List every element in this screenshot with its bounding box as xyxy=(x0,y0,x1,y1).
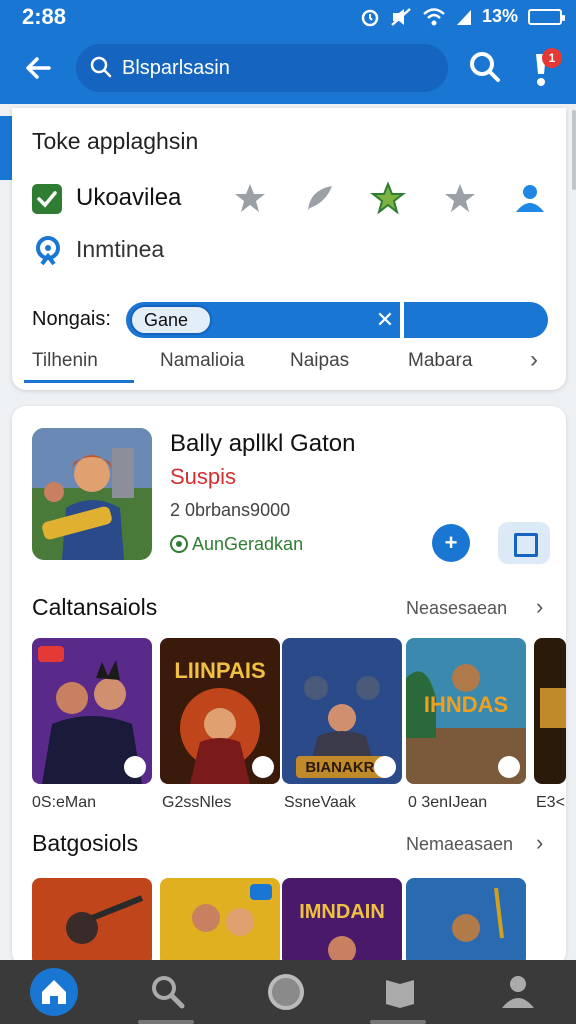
mute-icon xyxy=(391,7,411,26)
search-icon xyxy=(152,976,185,1009)
featured-game-image[interactable] xyxy=(32,428,152,560)
filter-card: Toke applaghsin Ukoavilea Inmtinea Nonga… xyxy=(12,108,566,390)
scrollbar[interactable] xyxy=(572,110,576,190)
tab-4[interactable]: Mabara xyxy=(408,350,472,372)
app-bar: Blsparlsasin 1 xyxy=(0,38,576,100)
open-button[interactable] xyxy=(498,522,550,564)
wifi-icon xyxy=(423,7,445,25)
search-icon xyxy=(470,52,500,82)
game-tile[interactable] xyxy=(160,878,280,966)
game-tile-label: 0 3enIJean xyxy=(408,794,488,811)
back-arrow-icon xyxy=(26,57,51,79)
profile-icon xyxy=(502,976,534,1008)
nav-search[interactable] xyxy=(144,968,192,1016)
filter-option-label: Ukoavilea xyxy=(76,184,182,211)
tile-badge-icon xyxy=(374,756,396,778)
game-tile[interactable]: IHNDAS xyxy=(406,638,526,784)
tile-art-text: LIINPAIS xyxy=(174,658,265,683)
tab-2[interactable]: Namalioia xyxy=(160,350,244,372)
featured-game-meta: 2 0brbans9000 xyxy=(170,500,291,520)
nav-indicator xyxy=(370,1020,426,1024)
user-icon[interactable] xyxy=(512,180,548,216)
game-tile-label: G2ssNles xyxy=(162,794,232,811)
back-button[interactable] xyxy=(18,50,58,86)
game-tile[interactable]: BIANAKRI xyxy=(282,638,402,784)
game-tile[interactable] xyxy=(534,638,566,784)
category-tabs: Tilhenin Namalioia Naipas Mabara › xyxy=(12,344,566,388)
featured-game-subtitle: Suspis xyxy=(170,464,237,489)
filter-card-title: Toke applaghsin xyxy=(32,128,199,154)
nav-profile[interactable] xyxy=(494,968,542,1016)
filter-chip[interactable]: Gane xyxy=(130,305,212,335)
tile-art-text: IMNDAIN xyxy=(299,901,385,923)
filter-chip-label: Gane xyxy=(144,310,189,330)
chevron-right-icon[interactable]: › xyxy=(536,594,543,620)
range-label: Nongais: xyxy=(32,308,111,330)
battery-icon xyxy=(528,8,565,25)
notification-button[interactable]: 1 xyxy=(526,48,564,90)
star-icon[interactable] xyxy=(232,180,268,216)
game-tile-label: E3< xyxy=(536,794,565,811)
status-bar: 2:88 13% xyxy=(0,0,576,34)
tile-badge-icon xyxy=(498,756,520,778)
bottom-navigation xyxy=(0,960,576,1024)
add-button[interactable]: + xyxy=(432,524,470,562)
verified-label: AunGeradkan xyxy=(170,534,303,555)
tile-art-text: IHNDAS xyxy=(424,692,508,717)
search-button[interactable] xyxy=(466,48,504,86)
checkbox-icon[interactable] xyxy=(32,184,62,214)
chevron-right-icon[interactable]: › xyxy=(536,830,543,856)
left-accent-bar xyxy=(0,116,12,180)
star-icon[interactable] xyxy=(442,180,478,216)
location-icon xyxy=(36,236,60,266)
notification-badge: 1 xyxy=(542,48,562,68)
chevron-right-icon[interactable]: › xyxy=(530,346,538,374)
nav-library[interactable] xyxy=(376,968,424,1016)
section-see-more[interactable]: Neasesaean xyxy=(406,598,507,619)
top-app-bar: 2:88 13% Blsparlsasin 1 xyxy=(0,0,576,104)
status-icons: 13% xyxy=(360,6,565,27)
content-card: Bally apllkl Gaton Suspis 2 0brbans9000 … xyxy=(12,406,566,966)
divider xyxy=(400,302,404,338)
section-see-more[interactable]: Nemaeasaen xyxy=(406,834,513,855)
game-tile[interactable]: IMNDAIN xyxy=(282,878,402,966)
tile-badge-icon xyxy=(124,756,146,778)
circle-icon xyxy=(268,974,304,1010)
check-icon xyxy=(37,191,57,208)
signal-icon xyxy=(456,9,471,25)
nav-home-circle[interactable] xyxy=(262,968,310,1016)
feather-icon[interactable] xyxy=(302,180,338,216)
clear-icon[interactable]: ✕ xyxy=(370,305,400,335)
featured-game-title[interactable]: Bally apllkl Gaton xyxy=(170,430,355,458)
alarm-icon xyxy=(361,9,379,26)
tile-art-text: BIANAKRI xyxy=(305,759,378,776)
tab-indicator xyxy=(24,380,134,383)
home-icon xyxy=(42,980,66,1004)
nav-indicator xyxy=(138,1020,194,1024)
section-title: Batgosiols xyxy=(32,830,139,856)
section-title: Caltansaiols xyxy=(32,594,158,620)
search-text: Blsparlsasin xyxy=(122,57,230,79)
game-tile[interactable] xyxy=(406,878,526,966)
star-highlight-icon[interactable] xyxy=(370,180,406,216)
battery-percent: 13% xyxy=(481,6,518,26)
range-filter[interactable]: Gane ✕ xyxy=(126,302,548,338)
search-input[interactable]: Blsparlsasin xyxy=(76,44,448,92)
search-icon xyxy=(90,56,112,78)
game-tile[interactable] xyxy=(32,638,152,784)
nav-home[interactable] xyxy=(30,968,78,1016)
game-tile-label: SsneVaak xyxy=(284,794,356,811)
tab-3[interactable]: Naipas xyxy=(290,350,349,372)
book-icon xyxy=(386,980,414,1008)
game-tile[interactable] xyxy=(32,878,152,966)
game-tile-label: 0S:eMan xyxy=(32,794,97,811)
game-tile[interactable]: LIINPAIS xyxy=(160,638,280,784)
tab-1[interactable]: Tilhenin xyxy=(32,350,98,372)
filter-option-label: Inmtinea xyxy=(76,236,165,262)
verified-text: AunGeradkan xyxy=(192,534,304,554)
tile-badge-icon xyxy=(252,756,274,778)
verified-icon xyxy=(170,535,188,553)
status-time: 2:88 xyxy=(22,4,67,29)
